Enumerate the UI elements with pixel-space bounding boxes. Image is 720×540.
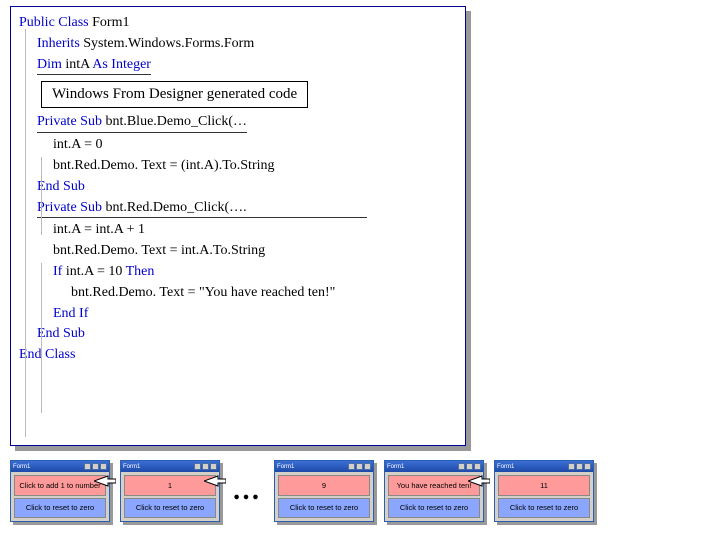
button-label: 1 (168, 482, 172, 490)
close-icon (364, 463, 371, 470)
minimize-icon (84, 463, 91, 470)
code-line: End Class (19, 345, 457, 366)
close-icon (474, 463, 481, 470)
red-demo-button[interactable]: 1 (124, 475, 216, 496)
blue-demo-button[interactable]: Click to reset to zero (498, 498, 590, 519)
window-title: Form1 (497, 464, 514, 470)
button-label: Click to reset to zero (26, 504, 94, 512)
titlebar: Form1 (121, 461, 219, 472)
close-icon (100, 463, 107, 470)
keyword: End Class (19, 347, 75, 362)
keyword: Public Class (19, 15, 89, 30)
code-panel: Public Class Form1 Inherits System.Windo… (10, 6, 466, 446)
code-text: int.A = 0 (53, 137, 103, 152)
code-text: intA (62, 57, 92, 72)
code-line: Dim intA As Integer (19, 55, 457, 78)
maximize-icon (92, 463, 99, 470)
code-text: bnt.Red.Demo. Text = (int.A).To.String (53, 158, 275, 173)
blue-demo-button[interactable]: Click to reset to zero (388, 498, 480, 519)
code-line: End Sub (19, 177, 457, 198)
form-thumbnail: Form1 You have reached ten! Click to res… (384, 460, 484, 522)
maximize-icon (576, 463, 583, 470)
close-icon (210, 463, 217, 470)
minimize-icon (348, 463, 355, 470)
blue-demo-button[interactable]: Click to reset to zero (124, 498, 216, 519)
code-text: bnt.Red.Demo. Text = "You have reached t… (71, 285, 335, 300)
thumbnail-row: Form1 Click to add 1 to number Click to … (6, 460, 714, 522)
blue-demo-button[interactable]: Click to reset to zero (278, 498, 370, 519)
minimize-icon (568, 463, 575, 470)
button-label: You have reached ten! (397, 482, 472, 490)
code-line: bnt.Red.Demo. Text = "You have reached t… (19, 283, 457, 304)
code-text: System.Windows.Forms.Form (80, 36, 254, 51)
button-label: Click to reset to zero (510, 504, 578, 512)
code-text: bnt.Blue.Demo_Click(… (102, 114, 247, 129)
code-line: bnt.Red.Demo. Text = int.A.To.String (19, 241, 457, 262)
keyword: Private Sub (37, 114, 102, 129)
keyword: End Sub (37, 179, 85, 194)
red-demo-button[interactable]: 11 (498, 475, 590, 496)
keyword: As Integer (92, 57, 151, 72)
code-line: int.A = int.A + 1 (19, 220, 457, 241)
close-icon (584, 463, 591, 470)
minimize-icon (194, 463, 201, 470)
red-demo-button[interactable]: 9 (278, 475, 370, 496)
window-title: Form1 (123, 464, 140, 470)
keyword: End Sub (37, 326, 85, 341)
button-label: 9 (322, 482, 326, 490)
code-line: Inherits System.Windows.Forms.Form (19, 34, 457, 55)
keyword: Dim (37, 57, 62, 72)
code-line: Private Sub bnt.Blue.Demo_Click(… (19, 112, 457, 135)
code-line: bnt.Red.Demo. Text = (int.A).To.String (19, 156, 457, 177)
window-title: Form1 (277, 464, 294, 470)
code-text: int.A = 10 (62, 264, 125, 279)
button-label: Click to add 1 to number (19, 482, 100, 490)
keyword: End If (53, 306, 88, 321)
region-label: Windows From Designer generated code (52, 86, 297, 102)
form-thumbnail: Form1 9 Click to reset to zero (274, 460, 374, 522)
keyword: Private Sub (37, 200, 102, 215)
code-text: bnt.Red.Demo. Text = int.A.To.String (53, 243, 265, 258)
button-label: Click to reset to zero (290, 504, 358, 512)
form-thumbnail: Form1 1 Click to reset to zero (120, 460, 220, 522)
code-line: End Sub (19, 324, 457, 345)
code-box: Public Class Form1 Inherits System.Windo… (10, 6, 466, 446)
form-thumbnail: Form1 11 Click to reset to zero (494, 460, 594, 522)
code-line: End If (19, 304, 457, 325)
code-text: bnt.Red.Demo_Click(…. (102, 200, 247, 215)
keyword: If (53, 264, 62, 279)
maximize-icon (466, 463, 473, 470)
code-line: Public Class Form1 (19, 13, 457, 34)
maximize-icon (356, 463, 363, 470)
button-label: Click to reset to zero (136, 504, 204, 512)
region-box: Windows From Designer generated code (41, 81, 308, 108)
blue-demo-button[interactable]: Click to reset to zero (14, 498, 106, 519)
minimize-icon (458, 463, 465, 470)
code-line: int.A = 0 (19, 135, 457, 156)
keyword: Then (126, 264, 155, 279)
red-demo-button[interactable]: Click to add 1 to number (14, 475, 106, 496)
ellipsis: … (230, 475, 264, 507)
keyword: Inherits (37, 36, 80, 51)
button-label: 11 (540, 482, 548, 490)
code-line: If int.A = 10 Then (19, 262, 457, 283)
button-label: Click to reset to zero (400, 504, 468, 512)
titlebar: Form1 (275, 461, 373, 472)
code-line: Private Sub bnt.Red.Demo_Click(…. (19, 198, 457, 221)
maximize-icon (202, 463, 209, 470)
titlebar: Form1 (11, 461, 109, 472)
titlebar: Form1 (385, 461, 483, 472)
code-text: Form1 (89, 15, 130, 30)
window-title: Form1 (13, 464, 30, 470)
window-title: Form1 (387, 464, 404, 470)
titlebar: Form1 (495, 461, 593, 472)
code-text: int.A = int.A + 1 (53, 222, 145, 237)
red-demo-button[interactable]: You have reached ten! (388, 475, 480, 496)
form-thumbnail: Form1 Click to add 1 to number Click to … (10, 460, 110, 522)
